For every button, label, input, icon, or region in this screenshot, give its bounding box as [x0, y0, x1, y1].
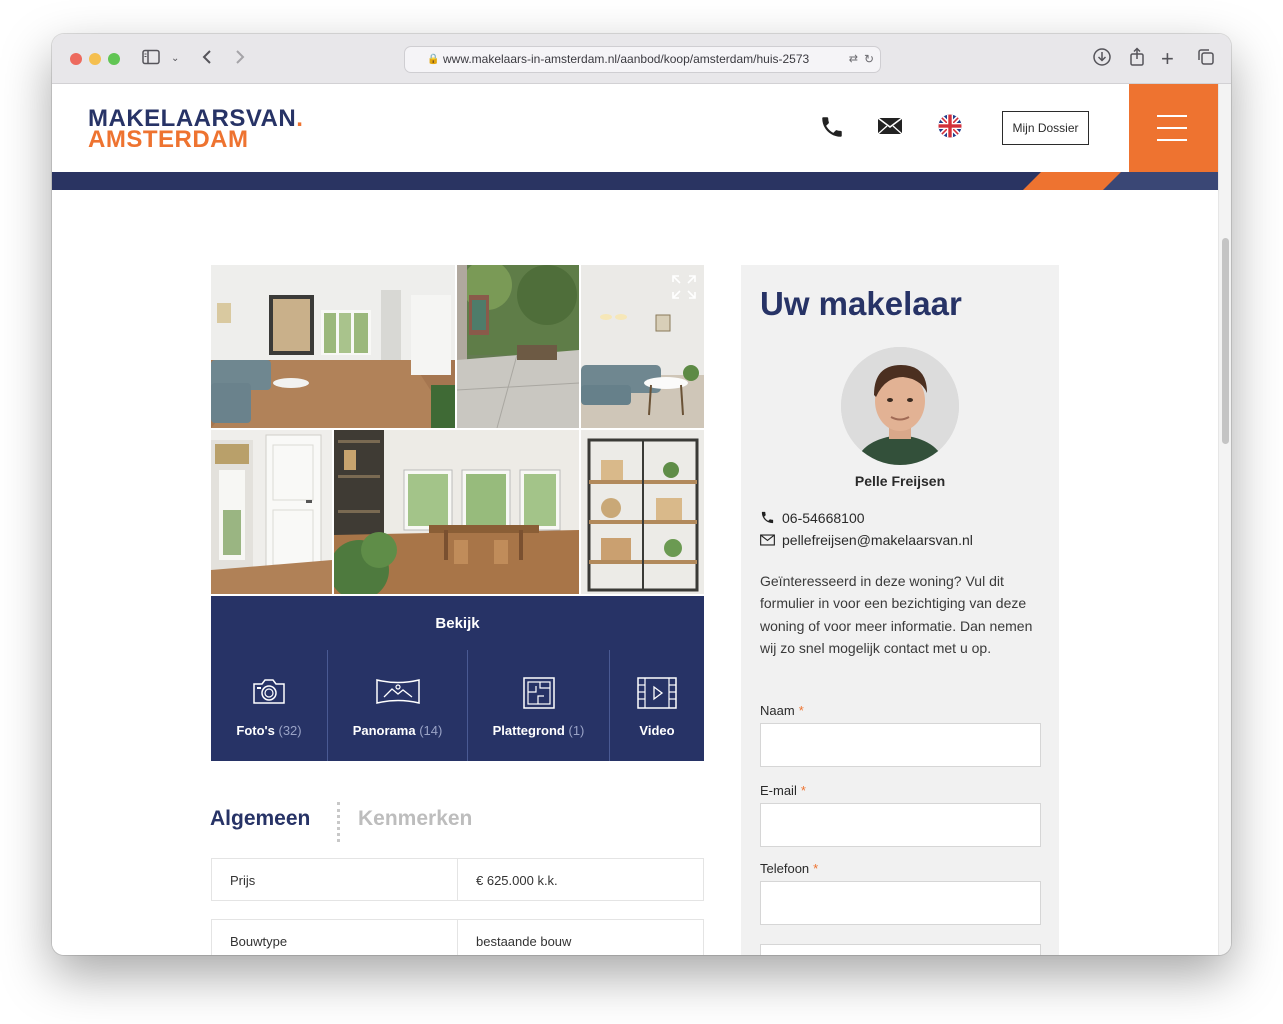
hamburger-menu-icon — [1157, 115, 1187, 117]
agent-panel: Uw makelaar Pelle Freijsen 06-54668100 p… — [741, 265, 1059, 955]
video-button[interactable]: Video — [609, 650, 704, 761]
translate-icon[interactable]: ⇄ — [844, 47, 858, 72]
agent-phone[interactable]: 06-54668100 — [760, 510, 865, 528]
share-icon[interactable] — [1127, 47, 1147, 73]
spec-value: € 625.000 k.k. — [476, 873, 558, 888]
agent-intro-text: Geïnteresseerd in deze woning? Vul dit f… — [760, 573, 1033, 656]
camera-icon — [251, 676, 287, 711]
video-label: Video — [639, 723, 675, 738]
new-tab-icon[interactable]: + — [1161, 47, 1174, 71]
page-viewport: MAKELAARSVAN. AMSTERDAM Mijn Dossier Bek… — [52, 84, 1218, 955]
name-label: Naam * — [760, 703, 804, 718]
phone-icon — [760, 510, 778, 528]
photo-living-room[interactable] — [211, 265, 455, 428]
video-icon — [636, 676, 678, 715]
address-bar[interactable]: 🔒 www.makelaars-in-amsterdam.nl/aanbod/k… — [404, 46, 881, 73]
view-button[interactable]: Bekijk — [211, 596, 704, 651]
envelope-icon — [760, 533, 778, 549]
browser-window: ⌄ 🔒 www.makelaars-in-amsterdam.nl/aanbod… — [52, 34, 1231, 955]
floorplan-label: Plattegrond (1) — [492, 723, 585, 738]
photos-button[interactable]: Foto's (32) — [211, 650, 327, 761]
zoom-window-button[interactable] — [108, 53, 120, 65]
header-decor-band — [52, 172, 1218, 190]
spec-key: Bouwtype — [230, 934, 288, 949]
forward-icon[interactable] — [233, 47, 247, 73]
floorplan-icon — [522, 676, 556, 715]
photo-gallery[interactable] — [211, 265, 704, 594]
agent-email[interactable]: pellefreijsen@makelaarsvan.nl — [760, 532, 973, 549]
uk-flag-icon[interactable] — [938, 114, 962, 143]
chevron-down-icon[interactable]: ⌄ — [171, 47, 179, 71]
phone-icon[interactable] — [819, 114, 845, 145]
photo-hallway[interactable] — [211, 430, 332, 594]
tab-algemeen[interactable]: Algemeen — [210, 807, 310, 831]
photo-shelves[interactable] — [581, 430, 704, 594]
photo-garden[interactable] — [457, 265, 579, 428]
spec-divider — [457, 920, 458, 955]
mail-icon[interactable] — [877, 115, 903, 142]
media-buttons: Foto's (32) Panorama (14) Plattegrond (1… — [211, 650, 704, 761]
next-field[interactable] — [760, 944, 1041, 955]
phone-label: Telefoon * — [760, 861, 819, 876]
name-field[interactable] — [760, 723, 1041, 767]
logo-subline[interactable]: AMSTERDAM — [88, 126, 249, 154]
lock-icon: 🔒 — [427, 54, 440, 65]
back-icon[interactable] — [200, 47, 214, 73]
spec-divider — [457, 859, 458, 900]
panorama-label: Panorama (14) — [352, 723, 443, 738]
spec-row-build-type: Bouwtype bestaande bouw — [211, 919, 704, 955]
fullscreen-icon[interactable] — [671, 274, 697, 300]
url-text: www.makelaars-in-amsterdam.nl/aanbod/koo… — [443, 52, 810, 66]
tab-overview-icon[interactable] — [1196, 47, 1216, 73]
scrollbar-thumb[interactable] — [1222, 238, 1229, 444]
band-blue-stripe — [1103, 172, 1218, 190]
photos-label: Foto's (32) — [236, 723, 302, 738]
panorama-button[interactable]: Panorama (14) — [327, 650, 467, 761]
my-dossier-button[interactable]: Mijn Dossier — [1002, 111, 1089, 145]
close-window-button[interactable] — [70, 53, 82, 65]
spec-row-price: Prijs € 625.000 k.k. — [211, 858, 704, 901]
email-field[interactable] — [760, 803, 1041, 847]
download-icon[interactable] — [1092, 47, 1112, 73]
hamburger-menu-button[interactable] — [1129, 84, 1218, 172]
avatar — [841, 347, 959, 465]
spec-key: Prijs — [230, 873, 256, 888]
browser-toolbar: ⌄ 🔒 www.makelaars-in-amsterdam.nl/aanbod… — [52, 34, 1231, 84]
email-label: E-mail * — [760, 783, 806, 798]
spec-value: bestaande bouw — [476, 934, 572, 949]
hamburger-line — [1157, 127, 1187, 129]
sidebar-toggle-icon[interactable] — [141, 47, 161, 73]
site-header: MAKELAARSVAN. AMSTERDAM Mijn Dossier — [52, 84, 1218, 172]
reload-icon[interactable]: ↻ — [864, 47, 874, 72]
minimize-window-button[interactable] — [89, 53, 101, 65]
photo-dining-room[interactable] — [334, 430, 579, 594]
floorplan-button[interactable]: Plattegrond (1) — [467, 650, 609, 761]
tab-divider — [337, 802, 340, 842]
agent-name: Pelle Freijsen — [854, 473, 946, 489]
panorama-icon — [375, 676, 421, 711]
agent-panel-title: Uw makelaar — [760, 285, 962, 322]
hamburger-line — [1157, 139, 1187, 141]
tab-kenmerken[interactable]: Kenmerken — [358, 807, 472, 831]
scrollbar[interactable] — [1218, 84, 1231, 955]
phone-field[interactable] — [760, 881, 1041, 925]
